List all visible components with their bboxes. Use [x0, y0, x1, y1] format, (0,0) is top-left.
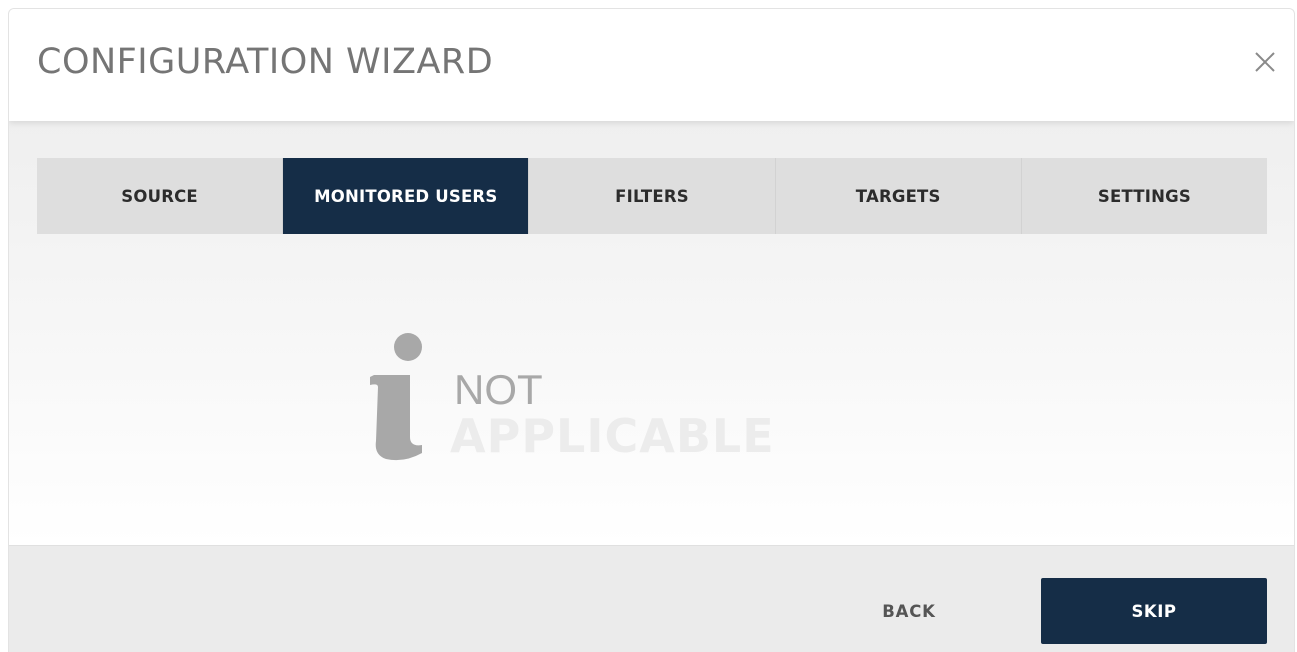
not-applicable-line2: APPLICABLE: [450, 409, 775, 463]
info-icon: [370, 333, 422, 461]
wizard-steps-tabs: SOURCE MONITORED USERS FILTERS TARGETS S…: [37, 158, 1267, 234]
tab-monitored-users[interactable]: MONITORED USERS: [283, 158, 530, 234]
tab-filters[interactable]: FILTERS: [529, 158, 776, 234]
not-applicable-line1: NOT: [454, 366, 543, 413]
close-button[interactable]: [1250, 47, 1280, 77]
page: CONFIGURATION WIZARD SOURCE MONITORED US…: [0, 0, 1297, 652]
not-applicable-message: NOT APPLICABLE: [364, 329, 804, 469]
tab-source[interactable]: SOURCE: [37, 158, 284, 234]
back-button[interactable]: BACK: [839, 581, 979, 641]
tab-targets[interactable]: TARGETS: [776, 158, 1022, 234]
dialog-footer: BACK SKIP: [9, 545, 1294, 652]
tab-settings[interactable]: SETTINGS: [1022, 158, 1267, 234]
close-icon: [1255, 52, 1275, 72]
dialog-body: SOURCE MONITORED USERS FILTERS TARGETS S…: [9, 121, 1294, 545]
configuration-wizard-dialog: CONFIGURATION WIZARD SOURCE MONITORED US…: [8, 8, 1295, 652]
dialog-title: CONFIGURATION WIZARD: [37, 42, 494, 82]
dialog-header: CONFIGURATION WIZARD: [9, 9, 1294, 121]
skip-button[interactable]: SKIP: [1041, 578, 1267, 644]
